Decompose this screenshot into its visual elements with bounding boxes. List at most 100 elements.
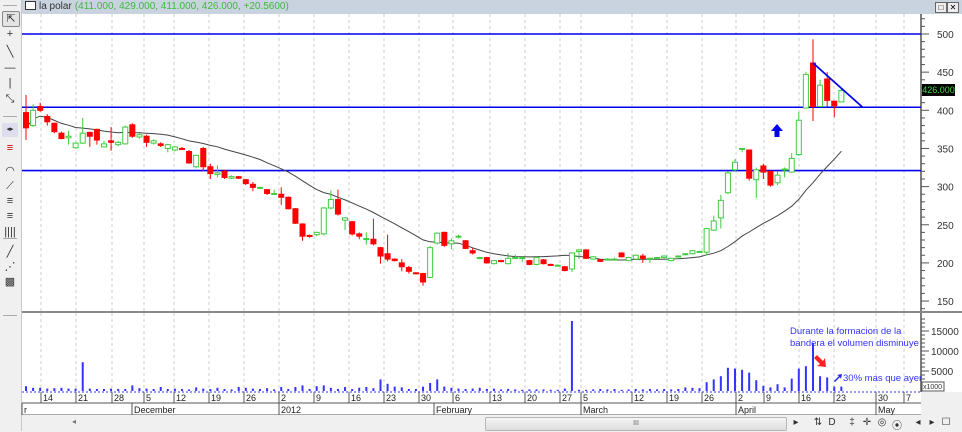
candle-body — [405, 266, 412, 272]
date-tick-label: 5 — [583, 393, 588, 403]
candle-body — [696, 250, 703, 253]
candle — [661, 255, 668, 259]
candle-body — [512, 257, 519, 260]
candle-body — [476, 257, 483, 260]
date-tick-label: 14 — [43, 393, 53, 403]
window-layout-icon[interactable]: ☐ — [940, 417, 952, 428]
candle — [221, 169, 228, 179]
zoom-in-icon[interactable]: ⦿ — [891, 417, 903, 432]
scroll-end-icon[interactable]: ▸ — [790, 417, 802, 428]
candle-body — [838, 89, 845, 103]
date-tick-label: 30 — [878, 393, 888, 403]
candle-body — [129, 124, 136, 137]
stock-chart[interactable]: 14 21 28 5 12 19 26 2 9 16 23 30 6 13 20 27 5 12 19 26 2 9 16 2… — [0, 0, 962, 431]
candle-body — [65, 135, 72, 139]
candle-body — [604, 258, 611, 261]
candle — [498, 259, 505, 263]
candle-body — [122, 126, 129, 145]
candle-body — [285, 196, 292, 210]
candle-body — [781, 168, 788, 171]
candle-body — [732, 161, 738, 171]
candle-body — [434, 232, 441, 244]
zoom-out-icon[interactable]: ◎ — [876, 417, 888, 428]
cursor-mode-icon[interactable]: ‡ — [846, 417, 858, 428]
scroll-right-icon[interactable]: ▸ — [926, 417, 938, 428]
candle-body — [44, 115, 51, 123]
date-tick-label: 26 — [246, 393, 256, 403]
crosshair-mode-icon[interactable]: ✛ — [861, 417, 873, 428]
candle-body — [242, 179, 249, 185]
candle-body — [349, 221, 356, 235]
candle-body — [93, 128, 100, 141]
candle — [675, 255, 682, 258]
candle-body — [221, 170, 228, 178]
candle-body — [30, 109, 37, 127]
price-tick-label: 500 — [937, 30, 954, 41]
month-label: February — [436, 405, 473, 415]
candle-body — [774, 174, 781, 184]
date-tick-label: 21 — [78, 393, 88, 403]
date-tick-label: 16 — [801, 393, 811, 403]
candle-body — [100, 143, 107, 148]
candle-body — [86, 131, 93, 137]
price-panel — [22, 14, 921, 311]
auto-scale-icon[interactable]: ⇅ — [812, 417, 824, 428]
date-tick-label: 9 — [766, 393, 771, 403]
candle — [490, 259, 497, 265]
candle-body — [568, 252, 575, 270]
candle-body — [760, 165, 767, 173]
candle-body — [583, 249, 590, 259]
candle-body — [178, 147, 185, 150]
candle-body — [505, 257, 512, 265]
date-tick-label: 23 — [386, 393, 396, 403]
candle — [590, 256, 597, 260]
candle-body — [200, 147, 207, 168]
candle-body — [795, 119, 802, 156]
candle — [654, 256, 661, 260]
candle — [441, 231, 448, 247]
candle-body — [249, 183, 256, 188]
candle-body — [391, 258, 398, 262]
price-tick-label: 250 — [937, 221, 954, 232]
date-tick-label: 2 — [738, 393, 743, 403]
date-tick-label: 5 — [146, 393, 151, 403]
volume-note: Durante la formacion de la bandera el vo… — [790, 326, 919, 350]
volume-note-line1: Durante la formacion de la — [790, 326, 902, 337]
price-tick-label: 400 — [937, 106, 954, 117]
candle-body — [342, 217, 349, 221]
candle-body — [143, 135, 150, 143]
daily-period-icon[interactable]: D — [826, 417, 838, 428]
candle — [724, 171, 731, 195]
candle — [554, 264, 561, 267]
candle-body — [214, 172, 221, 175]
scrollbar-thumb[interactable]: III — [485, 417, 787, 431]
bottom-bar: ◂ III ▸ ⇅ D ‡ ✛ ◎ ⦿ ◂ ▸ ☐ — [22, 415, 962, 432]
candle-body — [264, 189, 271, 194]
date-tick-label: 16 — [351, 393, 361, 403]
candle-body — [23, 112, 29, 129]
candle — [682, 252, 689, 256]
scroll-left-icon[interactable]: ◂ — [912, 417, 924, 428]
candle-body — [320, 207, 327, 235]
candle-body — [72, 142, 79, 149]
scroll-thumb-grip: III — [633, 420, 639, 427]
candle — [746, 149, 753, 181]
candle-body — [377, 247, 384, 257]
candle — [696, 250, 703, 253]
candle-body — [79, 132, 86, 144]
candle-body — [717, 199, 724, 219]
price-tick-label: 150 — [937, 297, 954, 308]
date-tick-label: 13 — [492, 393, 502, 403]
candle-body — [576, 249, 583, 252]
date-tick-label: 27 — [562, 393, 572, 403]
volume-tick-label: 15000 — [931, 327, 959, 338]
candle-body — [710, 220, 717, 231]
candle-body — [157, 143, 164, 146]
date-tick-label: 20 — [527, 393, 537, 403]
scroll-left-arrow[interactable]: ◂ — [72, 417, 76, 426]
candle-body — [831, 100, 838, 107]
candle-body — [561, 266, 568, 272]
candle-body — [533, 257, 540, 265]
candle-body — [455, 235, 462, 238]
candle-body — [597, 259, 604, 262]
